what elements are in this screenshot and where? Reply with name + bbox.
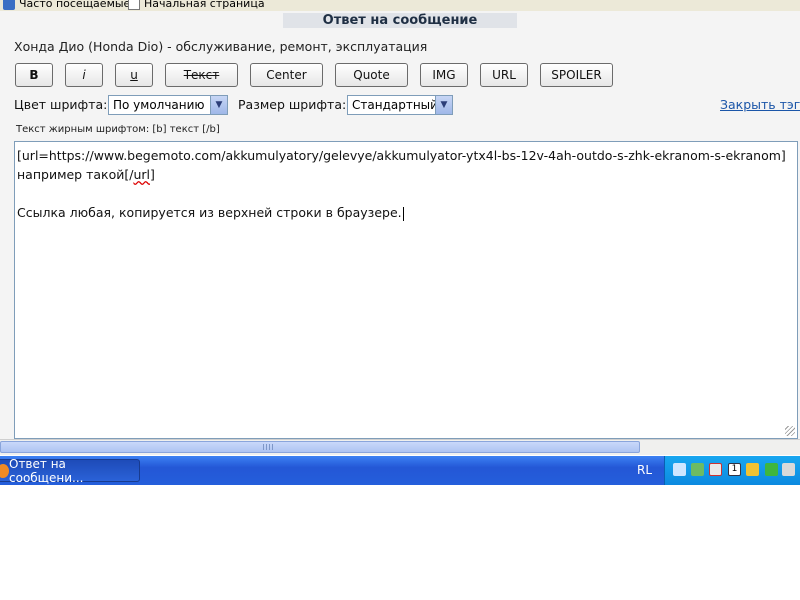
bookmark-most-visited[interactable]: Часто посещаемые xyxy=(3,0,130,10)
font-color-value: По умолчанию xyxy=(113,98,205,112)
volume-icon[interactable] xyxy=(746,463,759,476)
italic-button[interactable]: i xyxy=(65,63,103,87)
taskbar-window-button[interactable]: Ответ на сообщени... xyxy=(0,456,140,485)
resize-grip-icon[interactable] xyxy=(785,426,795,436)
bookmark-home-page[interactable]: Начальная страница xyxy=(128,0,265,10)
message-textarea[interactable]: [url=https://www.begemoto.com/akkumulyat… xyxy=(14,141,798,439)
editor-text: ] xyxy=(150,167,155,182)
font-size-select[interactable]: Стандартный ▼ xyxy=(347,95,453,115)
tray-number-icon[interactable]: 1 xyxy=(728,463,741,476)
center-button[interactable]: Center xyxy=(250,63,323,87)
editor-line: [url=https://www.begemoto.com/akkumulyat… xyxy=(17,148,786,163)
taskbar: Ответ на сообщени... RL 1 xyxy=(0,456,800,485)
firefox-icon xyxy=(0,464,9,478)
page-title: Ответ на сообщение xyxy=(0,13,800,28)
horizontal-scrollbar[interactable] xyxy=(0,439,800,455)
font-color-select[interactable]: По умолчанию ▼ xyxy=(108,95,228,115)
topic-subject: Хонда Дио (Honda Dio) - обслуживание, ре… xyxy=(14,39,428,54)
page-icon xyxy=(128,0,140,10)
system-tray: 1 xyxy=(664,456,800,485)
font-color-label: Цвет шрифта: xyxy=(14,97,108,112)
chevron-down-icon[interactable]: ▼ xyxy=(210,96,227,114)
img-button[interactable]: IMG xyxy=(420,63,468,87)
language-indicator[interactable]: RL xyxy=(637,463,652,477)
text-caret xyxy=(402,206,404,221)
underline-button[interactable]: u xyxy=(115,63,153,87)
bluetooth-icon[interactable] xyxy=(691,463,704,476)
reply-form: Ответ на сообщение Хонда Дио (Honda Dio)… xyxy=(0,11,800,439)
bookmark-label: Начальная страница xyxy=(144,0,265,10)
tray-app-icon[interactable] xyxy=(782,463,795,476)
security-check-icon[interactable] xyxy=(765,463,778,476)
bookmarks-toolbar: Часто посещаемые Начальная страница xyxy=(0,0,800,11)
bbcode-toolbar: B i u Текст Center Quote IMG URL SPOILER xyxy=(0,63,800,87)
bookmark-star-icon xyxy=(3,0,15,10)
editor-text: Ссылка любая, копируется из верхней стро… xyxy=(17,205,402,220)
font-size-value: Стандартный xyxy=(352,98,438,112)
spoiler-button[interactable]: SPOILER xyxy=(540,63,613,87)
editor-line: Ссылка любая, копируется из верхней стро… xyxy=(17,203,795,222)
font-size-label: Размер шрифта: xyxy=(238,97,347,112)
editor-blank-line xyxy=(17,184,795,203)
spellcheck-word: url xyxy=(133,167,150,182)
editor-text: например такой[/ xyxy=(17,167,134,182)
network-icon[interactable] xyxy=(673,463,686,476)
taskbar-window-label: Ответ на сообщени... xyxy=(9,456,84,485)
url-button[interactable]: URL xyxy=(480,63,528,87)
chevron-down-icon[interactable]: ▼ xyxy=(435,96,452,114)
scrollbar-thumb[interactable] xyxy=(0,441,640,453)
page-title-text: Ответ на сообщение xyxy=(282,13,518,28)
quote-button[interactable]: Quote xyxy=(335,63,408,87)
close-tags-link[interactable]: Закрыть тэги xyxy=(720,97,800,112)
network-disconnected-icon[interactable] xyxy=(709,463,722,476)
editor-line: например такой[/url] xyxy=(17,165,795,184)
scroll-grip-icon xyxy=(263,444,273,450)
font-options-row: Цвет шрифта: По умолчанию ▼ Размер шрифт… xyxy=(0,95,800,115)
bold-button[interactable]: B xyxy=(15,63,53,87)
strike-button[interactable]: Текст xyxy=(165,63,238,87)
bookmark-label: Часто посещаемые xyxy=(19,0,131,10)
bbcode-hint: Текст жирным шрифтом: [b] текст [/b] xyxy=(16,124,220,135)
